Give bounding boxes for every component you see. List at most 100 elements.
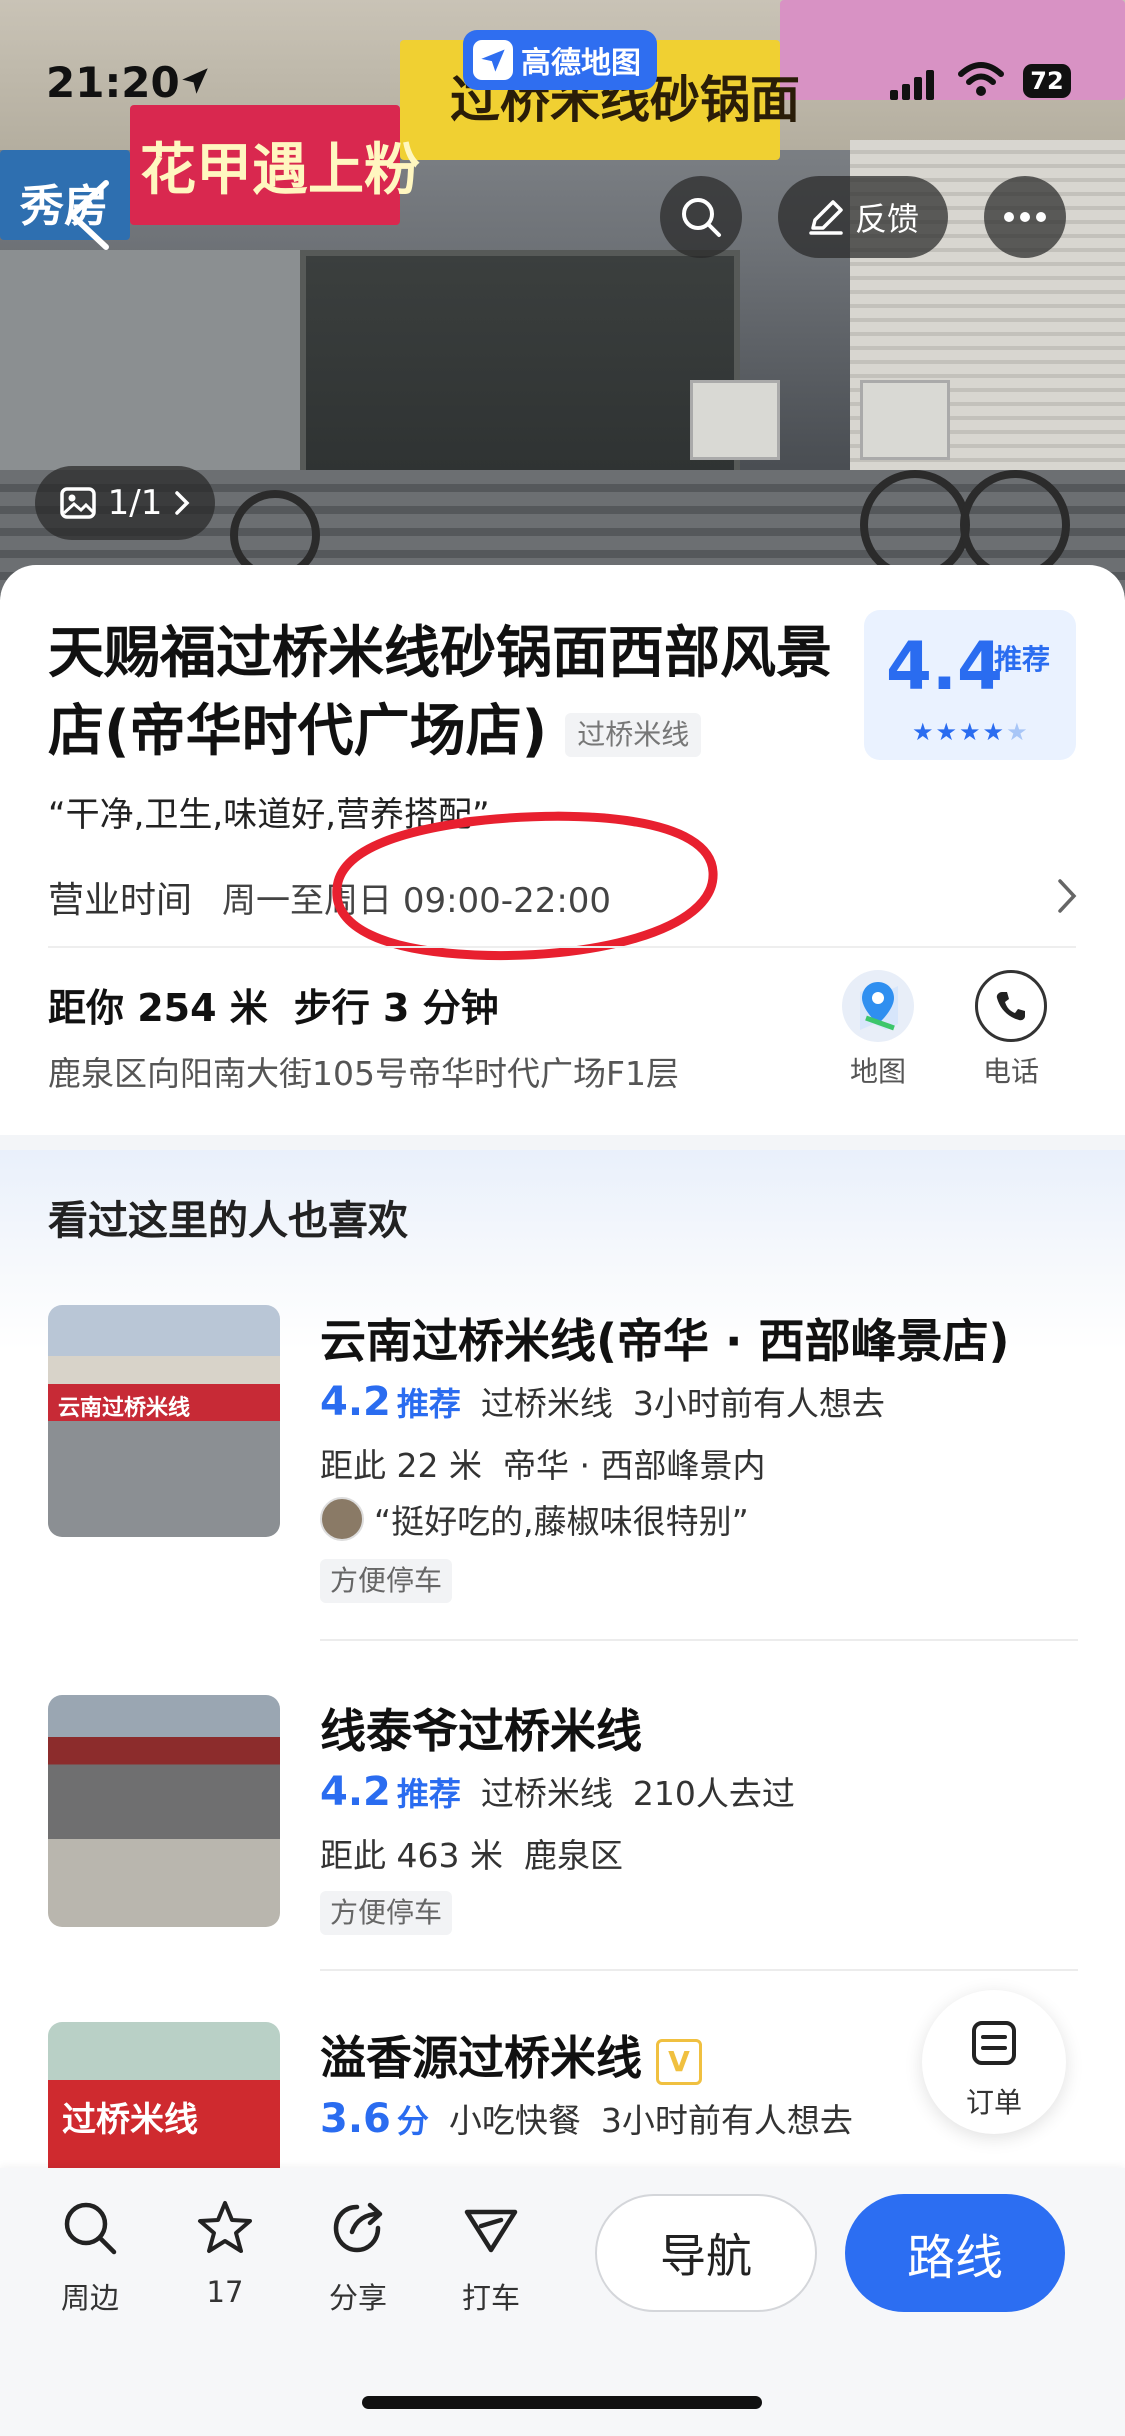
clock: 21:20 <box>46 58 180 107</box>
star-icon <box>198 2201 252 2253</box>
hand-drawn-circle-annotation <box>332 811 718 961</box>
restaurant-name: 云南过桥米线(帝华 · 西部峰景店) <box>320 1314 1010 1368</box>
vip-badge: V <box>656 2038 702 2085</box>
image-icon <box>59 487 96 519</box>
more-options-button[interactable] <box>984 176 1066 258</box>
divider <box>48 946 1076 948</box>
review-text: “挺好吃的,藤椒味很特别” <box>374 1502 749 1541</box>
app-source-badge[interactable]: 高德地图 <box>463 30 657 90</box>
rating-stars: ★★★★★ <box>912 718 1030 746</box>
phone-icon <box>975 970 1047 1042</box>
poi-name: 天赐福过桥米线砂锅面西部风景店(帝华时代广场店) <box>48 621 832 764</box>
poi-title-block: 天赐福过桥米线砂锅面西部风景店(帝华时代广场店) 过桥米线 <box>48 615 848 771</box>
rating-badge: 推荐 <box>396 1385 461 1423</box>
area-text: 帝华 · 西部峰景内 <box>502 1446 766 1485</box>
walk-time-text: 步行 3 分钟 <box>293 986 499 1030</box>
restaurant-thumbnail: 过桥米线 <box>48 2022 280 2170</box>
poi-info-card: 天赐福过桥米线砂锅面西部风景店(帝华时代广场店) 过桥米线 4.4 推荐 ★★★★… <box>0 565 1125 1135</box>
review-row: “挺好吃的,藤椒味很特别” <box>320 1495 749 1543</box>
restaurant-name: 溢香源过桥米线 <box>320 2031 642 2085</box>
rating-score: 4.2 <box>320 1379 391 1425</box>
distance-info: 距你 254 米步行 3 分钟 <box>48 977 525 1032</box>
category-tag[interactable]: 过桥米线 <box>565 712 702 757</box>
back-arrow-icon[interactable] <box>58 175 118 255</box>
app-source-name: 高德地图 <box>521 46 641 81</box>
distance-text: 距此 463 米 <box>320 1836 503 1875</box>
list-item[interactable]: 线泰爷过桥米线 4.2 推荐 过桥米线 210人去过 距此 463 米 鹿泉区 … <box>48 1695 1078 1985</box>
feature-tag: 方便停车 <box>320 1891 453 1935</box>
rating-row: 4.2 推荐 过桥米线 210人去过 <box>320 1767 795 1815</box>
feature-tag: 方便停车 <box>320 1559 453 1603</box>
taxi-label: 打车 <box>461 2281 520 2315</box>
hours-label: 营业时间 <box>48 880 193 921</box>
rating-row: 3.6 分 小吃快餐 3小时前有人想去 <box>320 2094 853 2142</box>
rating-row: 4.2 推荐 过桥米线 3小时前有人想去 <box>320 1377 885 1425</box>
orders-button[interactable]: 订单 <box>922 1990 1066 2134</box>
thumbnail-sign-text: 云南过桥米线 <box>58 1396 191 1421</box>
chevron-right-icon <box>1058 879 1077 913</box>
area-text: 鹿泉区 <box>523 1836 623 1875</box>
activity-text: 3小时前有人想去 <box>632 1384 885 1423</box>
distance-text: 距此 22 米 <box>320 1446 482 1485</box>
category: 过桥米线 <box>480 1384 613 1423</box>
battery-indicator: 72 <box>1023 64 1071 98</box>
category: 小吃快餐 <box>448 2101 581 2140</box>
air-conditioner <box>690 380 780 460</box>
activity-text: 210人去过 <box>632 1774 795 1813</box>
rating-box[interactable]: 4.4 推荐 ★★★★★ <box>864 610 1076 760</box>
restaurant-name: 线泰爷过桥米线 <box>320 1704 642 1758</box>
category: 过桥米线 <box>480 1774 613 1813</box>
rating-score: 4.4 <box>886 628 1003 705</box>
feedback-label: 反馈 <box>854 200 919 238</box>
chevron-right-icon <box>175 491 190 515</box>
route-button[interactable]: 路线 <box>845 2194 1065 2312</box>
navigate-button[interactable]: 导航 <box>595 2194 817 2312</box>
restaurant-name-row: 溢香源过桥米线 V <box>320 2022 702 2088</box>
phone-label: 电话 <box>982 1055 1039 1088</box>
address[interactable]: 鹿泉区向阳南大街105号帝华时代广场F1层 <box>48 1047 679 1095</box>
favorite-count: 17 <box>206 2275 244 2309</box>
section-title: 看过这里的人也喜欢 <box>48 1198 408 1244</box>
distance-row: 距此 463 米 鹿泉区 <box>320 1829 623 1877</box>
call-button[interactable]: 电话 <box>956 970 1066 1090</box>
restaurant-thumbnail: 云南过桥米线 <box>48 1305 280 1537</box>
distance-text: 距你 254 米 <box>48 986 268 1030</box>
more-dots-icon <box>1004 212 1046 222</box>
favorite-button[interactable]: 17 <box>180 2198 270 2309</box>
divider <box>320 1639 1078 1641</box>
nearby-button[interactable]: 周边 <box>45 2198 135 2317</box>
avatar <box>320 1497 364 1541</box>
home-indicator[interactable] <box>362 2396 762 2409</box>
feedback-button[interactable]: 反馈 <box>778 176 948 258</box>
wifi-icon <box>958 62 1004 96</box>
bicycle-wheel <box>860 470 970 580</box>
rating-score: 4.2 <box>320 1769 391 1815</box>
bicycle-wheel <box>960 470 1070 580</box>
location-arrow-icon <box>182 68 208 94</box>
restaurant-thumbnail <box>48 1695 280 1927</box>
share-icon <box>333 2202 383 2253</box>
order-list-icon <box>972 2021 1016 2065</box>
air-conditioner <box>860 380 950 460</box>
search-icon <box>682 198 721 237</box>
rating-badge: 推荐 <box>396 1775 461 1813</box>
divider <box>320 1969 1078 1971</box>
bottom-action-bar: 周边 17 分享 打车 导航 路线 <box>0 2168 1125 2436</box>
search-button[interactable] <box>660 176 742 258</box>
map-label: 地图 <box>849 1055 906 1088</box>
list-item[interactable]: 云南过桥米线 云南过桥米线(帝华 · 西部峰景店) 4.2 推荐 过桥米线 3小… <box>48 1305 1078 1641</box>
share-button[interactable]: 分享 <box>313 2198 403 2317</box>
shop-sign-text: 花甲遇上粉 <box>140 137 420 203</box>
cellular-signal-icon <box>890 70 934 100</box>
rating-badge: 分 <box>396 2102 429 2140</box>
amap-logo-icon <box>473 40 513 80</box>
rating-badge: 推荐 <box>994 643 1051 676</box>
map-button[interactable]: 地图 <box>823 970 933 1090</box>
nearby-label: 周边 <box>60 2281 119 2315</box>
taxi-button[interactable]: 打车 <box>446 2198 536 2317</box>
search-icon <box>64 2202 117 2255</box>
thumbnail-sign-text: 过桥米线 <box>62 2100 198 2140</box>
taxi-arrow-icon <box>464 2209 518 2253</box>
edit-pencil-icon <box>809 200 843 235</box>
photo-gallery-button[interactable]: 1/1 <box>35 466 215 540</box>
